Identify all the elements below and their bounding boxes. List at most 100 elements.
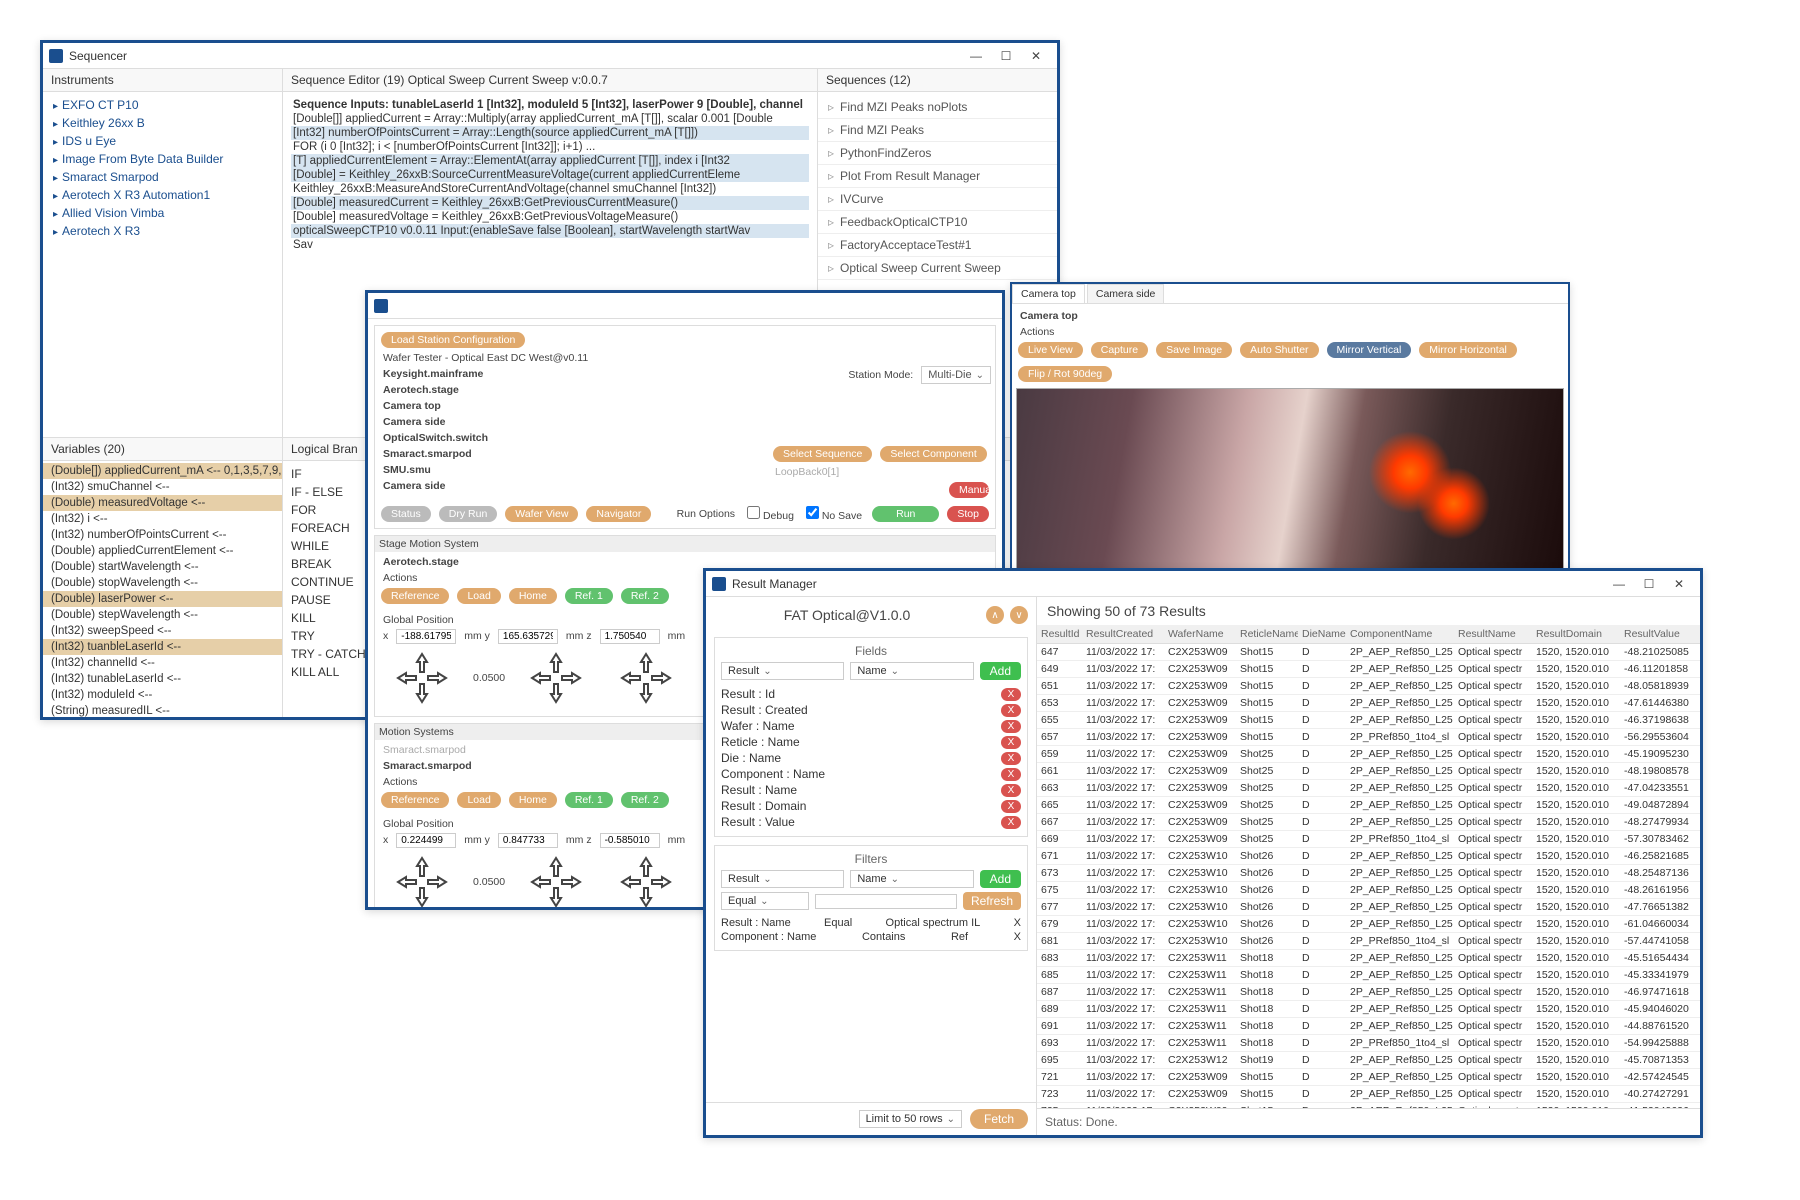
navigator-button[interactable]: Navigator	[586, 506, 651, 522]
variable-row[interactable]: (Double) stepWavelength <--	[43, 607, 282, 623]
column-header[interactable]: ResultValue	[1620, 625, 1700, 644]
manual-button[interactable]: Manual	[949, 482, 989, 498]
instrument-item[interactable]: Image From Byte Data Builder	[43, 150, 282, 168]
action-button[interactable]: Reference	[381, 792, 449, 808]
smarpod-y-input[interactable]	[498, 833, 558, 848]
table-row[interactable]: 64911/03/2022 17:C2X253W09Shot15D2P_AEP_…	[1037, 661, 1700, 678]
table-row[interactable]: 69311/03/2022 17:C2X253W11Shot18D2P_PRef…	[1037, 1035, 1700, 1052]
camera-action-button[interactable]: Live View	[1018, 342, 1083, 358]
code-line[interactable]: Sav	[291, 238, 809, 252]
instrument-item[interactable]: Smaract Smarpod	[43, 168, 282, 186]
xy-jog-pad[interactable]	[521, 648, 591, 708]
xy-jog-pad[interactable]	[521, 852, 591, 907]
action-button[interactable]: Home	[509, 792, 557, 808]
station-device[interactable]: Camera side	[379, 478, 765, 494]
table-row[interactable]: 66911/03/2022 17:C2X253W09Shot25D2P_PRef…	[1037, 831, 1700, 848]
table-row[interactable]: 67111/03/2022 17:C2X253W10Shot26D2P_AEP_…	[1037, 848, 1700, 865]
close-button[interactable]: ✕	[1021, 46, 1051, 66]
station-device[interactable]: Aerotech.stage	[379, 382, 765, 398]
variable-row[interactable]: (Int32) numberOfPointsCurrent <--	[43, 527, 282, 543]
variable-row[interactable]: (Int32) tunableLaserId <--	[43, 671, 282, 687]
filters-add-button[interactable]: Add	[980, 870, 1021, 888]
column-header[interactable]: ResultId	[1037, 625, 1082, 644]
load-station-config-button[interactable]: Load Station Configuration	[381, 332, 525, 348]
camera-action-button[interactable]: Mirror Vertical	[1327, 342, 1412, 358]
table-row[interactable]: 67311/03/2022 17:C2X253W10Shot26D2P_AEP_…	[1037, 865, 1700, 882]
filters-scope-select[interactable]: Result	[721, 870, 844, 888]
instrument-item[interactable]: IDS u Eye	[43, 132, 282, 150]
table-row[interactable]: 66111/03/2022 17:C2X253W09Shot25D2P_AEP_…	[1037, 763, 1700, 780]
minimize-button[interactable]: —	[1604, 574, 1634, 594]
remove-filter-button[interactable]: X	[1014, 931, 1021, 943]
fields-scope-select[interactable]: Result	[721, 662, 844, 680]
maximize-button[interactable]: ☐	[1634, 574, 1664, 594]
variable-row[interactable]: (Double) laserPower <--	[43, 591, 282, 607]
fetch-button[interactable]: Fetch	[970, 1109, 1028, 1129]
remove-field-button[interactable]: X	[1001, 688, 1021, 701]
table-row[interactable]: 68711/03/2022 17:C2X253W11Shot18D2P_AEP_…	[1037, 984, 1700, 1001]
filters-op-select[interactable]: Equal	[721, 892, 809, 910]
tab-camera-side[interactable]: Camera side	[1087, 284, 1165, 303]
maximize-button[interactable]: ☐	[991, 46, 1021, 66]
debug-checkbox[interactable]: Debug	[743, 504, 798, 524]
remove-field-button[interactable]: X	[1001, 816, 1021, 829]
table-row[interactable]: 69511/03/2022 17:C2X253W12Shot19D2P_AEP_…	[1037, 1052, 1700, 1069]
camera-action-button[interactable]: Flip / Rot 90deg	[1018, 366, 1112, 382]
filters-value-input[interactable]	[815, 894, 957, 909]
stage-x-input[interactable]	[396, 629, 456, 644]
code-line[interactable]: Sequence Inputs: tunableLaserId 1 [Int32…	[291, 98, 809, 112]
variable-row[interactable]: (Int32) channelId <--	[43, 655, 282, 671]
table-row[interactable]: 68111/03/2022 17:C2X253W10Shot26D2P_PRef…	[1037, 933, 1700, 950]
table-row[interactable]: 72111/03/2022 17:C2X253W09Shot15D2P_AEP_…	[1037, 1069, 1700, 1086]
station-device[interactable]: OpticalSwitch.switch	[379, 430, 765, 446]
sequence-item[interactable]: FactoryAcceptaceTest#1	[818, 234, 1057, 257]
sequence-item[interactable]: PythonFindZeros	[818, 142, 1057, 165]
action-button[interactable]: Ref. 1	[565, 588, 613, 604]
table-row[interactable]: 68311/03/2022 17:C2X253W11Shot18D2P_AEP_…	[1037, 950, 1700, 967]
code-line[interactable]: [Double[]] appliedCurrent = Array::Multi…	[291, 112, 809, 126]
sequence-item[interactable]: FeedbackOpticalCTP10	[818, 211, 1057, 234]
table-row[interactable]: 66711/03/2022 17:C2X253W09Shot25D2P_AEP_…	[1037, 814, 1700, 831]
remove-filter-button[interactable]: X	[1014, 917, 1021, 929]
code-line[interactable]: [Int32] numberOfPointsCurrent = Array::L…	[291, 126, 809, 140]
stage-y-input[interactable]	[498, 629, 558, 644]
code-line[interactable]: [Double] measuredVoltage = Keithley_26xx…	[291, 210, 809, 224]
code-line[interactable]: FOR (i 0 [Int32]; i < [numberOfPointsCur…	[291, 140, 809, 154]
table-row[interactable]: 65111/03/2022 17:C2X253W09Shot15D2P_AEP_…	[1037, 678, 1700, 695]
station-device[interactable]: SMU.smu	[379, 462, 765, 478]
variable-row[interactable]: (Double) stopWavelength <--	[43, 575, 282, 591]
fields-add-button[interactable]: Add	[980, 662, 1021, 680]
variable-row[interactable]: (Int32) i <--	[43, 511, 282, 527]
table-row[interactable]: 69111/03/2022 17:C2X253W11Shot18D2P_AEP_…	[1037, 1018, 1700, 1035]
code-line[interactable]: [T] appliedCurrentElement = Array::Eleme…	[291, 154, 809, 168]
remove-field-button[interactable]: X	[1001, 736, 1021, 749]
action-button[interactable]: Load	[457, 588, 500, 604]
action-button[interactable]: Reference	[381, 588, 449, 604]
variable-row[interactable]: (Int32) moduleId <--	[43, 687, 282, 703]
column-header[interactable]: ResultDomain	[1532, 625, 1620, 644]
station-device[interactable]: Keysight.mainframe	[379, 366, 765, 382]
code-line[interactable]: [Double] measuredCurrent = Keithley_26xx…	[291, 196, 809, 210]
table-row[interactable]: 67511/03/2022 17:C2X253W10Shot26D2P_AEP_…	[1037, 882, 1700, 899]
code-line[interactable]: Keithley_26xxB:MeasureAndStoreCurrentAnd…	[291, 182, 809, 196]
stop-button[interactable]: Stop	[947, 506, 989, 522]
variable-row[interactable]: (Double) measuredVoltage <--	[43, 495, 282, 511]
camera-action-button[interactable]: Save Image	[1156, 342, 1232, 358]
column-header[interactable]: ResultName	[1454, 625, 1532, 644]
table-row[interactable]: 66311/03/2022 17:C2X253W09Shot25D2P_AEP_…	[1037, 780, 1700, 797]
remove-field-button[interactable]: X	[1001, 800, 1021, 813]
select-component-button[interactable]: Select Component	[880, 446, 986, 462]
action-button[interactable]: Home	[509, 588, 557, 604]
fields-prop-select[interactable]: Name	[850, 662, 973, 680]
camera-action-button[interactable]: Auto Shutter	[1240, 342, 1318, 358]
table-row[interactable]: 64711/03/2022 17:C2X253W09Shot15D2P_AEP_…	[1037, 644, 1700, 661]
xy-jog-pad[interactable]	[611, 648, 681, 708]
remove-field-button[interactable]: X	[1001, 752, 1021, 765]
sequence-item[interactable]: Optical Sweep Current Sweep	[818, 257, 1057, 280]
column-header[interactable]: ReticleName	[1236, 625, 1298, 644]
station-device[interactable]: Camera top	[379, 398, 765, 414]
table-row[interactable]: 65911/03/2022 17:C2X253W09Shot25D2P_AEP_…	[1037, 746, 1700, 763]
wafer-view-button[interactable]: Wafer View	[505, 506, 578, 522]
sequence-item[interactable]: Find MZI Peaks	[818, 119, 1057, 142]
sequence-item[interactable]: Plot From Result Manager	[818, 165, 1057, 188]
